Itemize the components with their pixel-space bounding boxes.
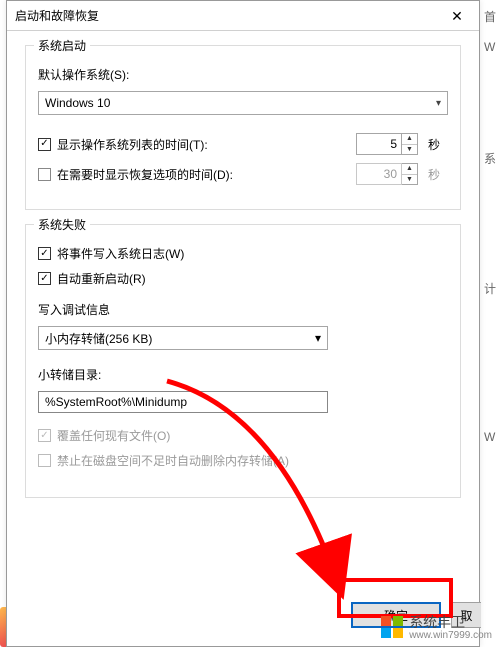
write-log-label: 将事件写入系统日志(W): [57, 245, 184, 262]
spinner-down-icon: ▼: [402, 175, 417, 185]
dialog-title: 启动和故障恢复: [15, 7, 99, 24]
watermark-url: www.win7999.com: [409, 630, 492, 641]
show-os-list-label: 显示操作系统列表的时间(T):: [57, 136, 208, 153]
chevron-down-icon: ▾: [315, 331, 321, 345]
dump-dir-label: 小转储目录:: [38, 366, 101, 383]
show-os-list-checkbox[interactable]: ✓: [38, 138, 51, 151]
dump-dir-input[interactable]: %SystemRoot%\Minidump: [38, 391, 328, 413]
show-os-list-seconds[interactable]: ▲ ▼: [356, 133, 418, 155]
chevron-down-icon: ▾: [436, 98, 441, 109]
default-os-value: Windows 10: [45, 96, 110, 110]
dump-dir-value: %SystemRoot%\Minidump: [45, 395, 187, 409]
close-button[interactable]: ✕: [435, 1, 479, 31]
watermark-brand: 系统丰卫: [409, 614, 465, 630]
group-legend-startup: 系统启动: [34, 37, 90, 54]
bg-char: W: [484, 40, 495, 54]
seconds-unit: 秒: [428, 136, 448, 153]
bg-char: 首: [484, 8, 496, 25]
bg-char: 计: [484, 280, 496, 297]
write-log-checkbox[interactable]: ✓: [38, 247, 51, 260]
nodelete-checkbox: [38, 454, 51, 467]
show-os-list-seconds-input[interactable]: [356, 133, 402, 155]
show-recovery-seconds: ▲ ▼: [356, 163, 418, 185]
show-recovery-seconds-input: [356, 163, 402, 185]
spinner-up-icon: ▲: [402, 164, 417, 175]
default-os-label: 默认操作系统(S):: [38, 66, 129, 83]
spinner-down-icon[interactable]: ▼: [402, 145, 417, 155]
page-background-right: 首 W 系 计 W: [480, 0, 500, 647]
group-legend-failure: 系统失败: [34, 216, 90, 233]
group-system-failure: 系统失败 ✓ 将事件写入系统日志(W) ✓ 自动重新启动(R) 写入调试信息 小…: [25, 224, 461, 498]
default-os-select[interactable]: Windows 10 ▾: [38, 91, 448, 115]
nodelete-label: 禁止在磁盘空间不足时自动删除内存转储(A): [57, 452, 289, 469]
seconds-unit: 秒: [428, 166, 448, 183]
titlebar: 启动和故障恢复 ✕: [7, 1, 479, 31]
auto-restart-label: 自动重新启动(R): [57, 270, 146, 287]
close-icon: ✕: [451, 8, 463, 25]
debug-info-label: 写入调试信息: [38, 301, 110, 318]
show-recovery-checkbox[interactable]: [38, 168, 51, 181]
group-system-startup: 系统启动 默认操作系统(S): Windows 10 ▾ ✓ 显示操作系统列表的…: [25, 45, 461, 210]
spinner-up-icon[interactable]: ▲: [402, 134, 417, 145]
startup-recovery-dialog: 启动和故障恢复 ✕ 系统启动 默认操作系统(S): Windows 10 ▾: [6, 0, 480, 647]
watermark: 系统丰卫 www.win7999.com: [381, 612, 492, 641]
debug-info-select[interactable]: 小内存转储(256 KB) ▾: [38, 326, 328, 350]
show-recovery-label: 在需要时显示恢复选项的时间(D):: [57, 166, 233, 183]
watermark-logo-icon: [381, 616, 403, 638]
bg-char: 系: [484, 150, 496, 167]
bg-char: W: [484, 430, 495, 444]
debug-info-value: 小内存转储(256 KB): [45, 330, 152, 347]
auto-restart-checkbox[interactable]: ✓: [38, 272, 51, 285]
overwrite-checkbox: ✓: [38, 429, 51, 442]
overwrite-label: 覆盖任何现有文件(O): [57, 427, 170, 444]
